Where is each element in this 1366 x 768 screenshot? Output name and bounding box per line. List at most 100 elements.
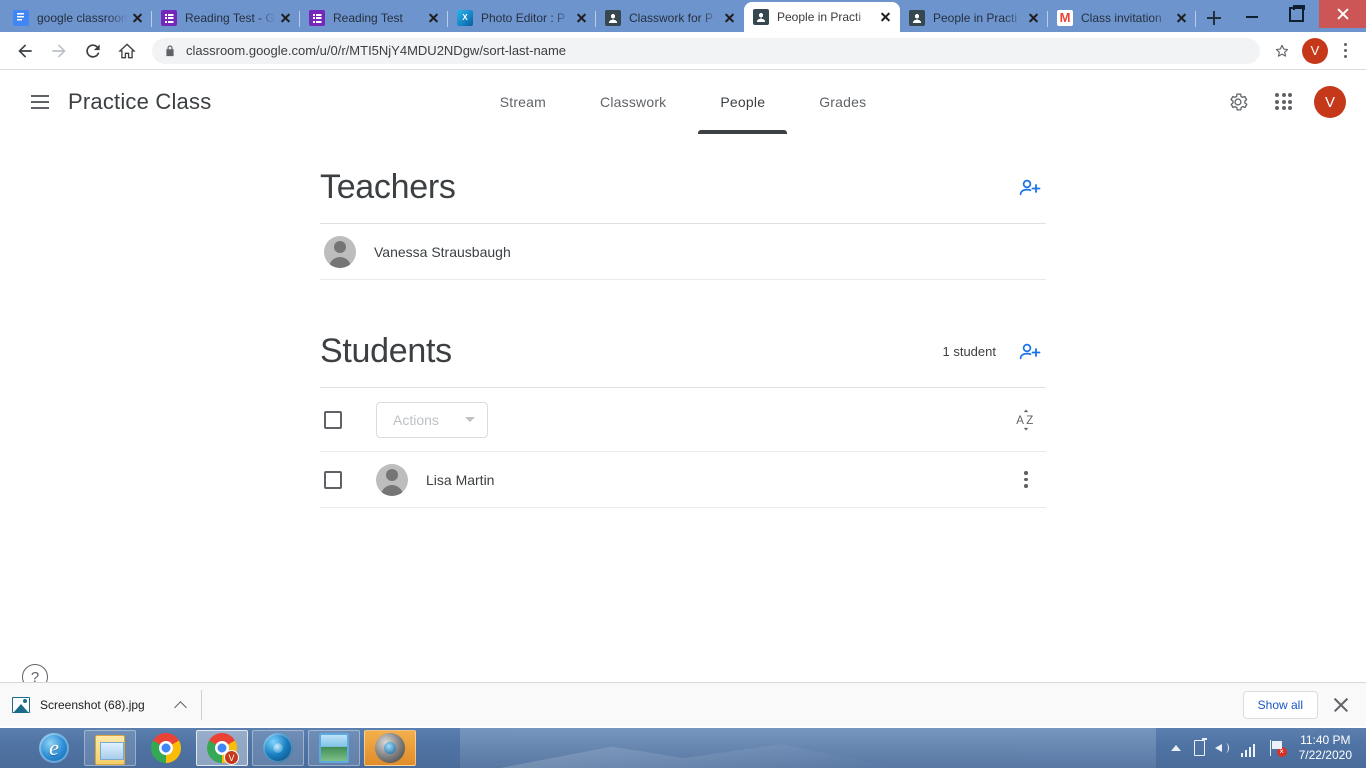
taskbar-media-player[interactable] bbox=[252, 730, 304, 766]
forms-icon bbox=[161, 10, 177, 26]
action-center-flag-icon[interactable]: × bbox=[1268, 739, 1287, 757]
profile-badge: V bbox=[224, 750, 239, 765]
lock-icon bbox=[164, 44, 176, 58]
taskbar-internet-explorer[interactable] bbox=[28, 730, 80, 766]
avatar bbox=[376, 463, 408, 496]
windows-taskbar: V × 11:40 PM 7/22/2020 bbox=[0, 728, 1366, 768]
browser-tab[interactable]: Classwork for P bbox=[596, 4, 744, 32]
student-checkbox[interactable] bbox=[324, 470, 342, 489]
chevron-down-icon bbox=[464, 417, 475, 422]
gmail-icon bbox=[1057, 10, 1073, 26]
students-heading: Students bbox=[320, 332, 452, 370]
actions-label: Actions bbox=[393, 411, 439, 428]
browser-tab-active[interactable]: People in Practi bbox=[744, 2, 900, 32]
classroom-header: Practice Class Stream Classwork People G… bbox=[0, 70, 1366, 134]
download-item[interactable]: Screenshot (68).jpg bbox=[12, 689, 202, 720]
browser-tab[interactable]: Reading Test - G bbox=[152, 4, 300, 32]
student-more-options-icon[interactable] bbox=[1010, 464, 1042, 496]
photo-editor-icon: X bbox=[457, 10, 473, 26]
window-controls bbox=[1229, 0, 1366, 32]
browser-tab[interactable]: X Photo Editor : P bbox=[448, 4, 596, 32]
taskbar-photo-editor[interactable] bbox=[364, 730, 416, 766]
teachers-section: Teachers Vanessa Strausbaugh bbox=[320, 168, 1046, 280]
chrome-icon: V bbox=[207, 733, 239, 765]
select-all-checkbox[interactable] bbox=[324, 410, 342, 429]
svg-text:A: A bbox=[1016, 415, 1024, 427]
close-icon[interactable] bbox=[130, 10, 146, 26]
tab-classwork[interactable]: Classwork bbox=[578, 70, 688, 134]
close-shelf-icon[interactable] bbox=[1332, 696, 1350, 714]
student-row[interactable]: Lisa Martin bbox=[320, 452, 1046, 508]
chrome-icon bbox=[151, 733, 181, 763]
url-text: classroom.google.com/u/0/r/MTI5NjY4MDU2N… bbox=[186, 43, 567, 58]
taskbar-chrome-active[interactable]: V bbox=[196, 730, 248, 766]
close-icon[interactable] bbox=[426, 10, 442, 26]
avatar bbox=[324, 235, 356, 268]
forms-icon bbox=[309, 10, 325, 26]
docs-icon bbox=[13, 10, 29, 26]
network-signal-icon[interactable] bbox=[1240, 739, 1259, 757]
students-section: Students 1 student Actions A Z Lisa Mart… bbox=[320, 332, 1046, 508]
classroom-icon bbox=[753, 9, 769, 25]
home-icon[interactable] bbox=[112, 36, 142, 66]
close-icon[interactable] bbox=[1174, 10, 1190, 26]
close-icon[interactable] bbox=[722, 10, 738, 26]
tab-people[interactable]: People bbox=[698, 70, 787, 134]
gear-icon[interactable] bbox=[1222, 86, 1254, 118]
clock[interactable]: 11:40 PM 7/22/2020 bbox=[1295, 733, 1358, 763]
show-hidden-icons-icon[interactable] bbox=[1170, 745, 1181, 751]
students-toolbar: Actions A Z bbox=[320, 388, 1046, 452]
browser-menu-icon[interactable] bbox=[1334, 37, 1356, 65]
chevron-up-icon[interactable] bbox=[173, 697, 189, 713]
close-window-button[interactable] bbox=[1319, 0, 1366, 28]
apps-grid-icon[interactable] bbox=[1268, 86, 1300, 118]
avatar[interactable]: V bbox=[1314, 86, 1346, 118]
tab-title: Reading Test bbox=[333, 11, 403, 25]
tab-grades[interactable]: Grades bbox=[797, 70, 888, 134]
tab-stream[interactable]: Stream bbox=[478, 70, 568, 134]
forward-icon[interactable] bbox=[44, 36, 74, 66]
invite-student-icon[interactable] bbox=[1014, 336, 1046, 368]
students-section-header: Students 1 student bbox=[320, 332, 1046, 388]
browser-toolbar: classroom.google.com/u/0/r/MTI5NjY4MDU2N… bbox=[0, 32, 1366, 70]
teachers-heading: Teachers bbox=[320, 168, 456, 206]
address-bar[interactable]: classroom.google.com/u/0/r/MTI5NjY4MDU2N… bbox=[152, 37, 1260, 64]
download-shelf: Screenshot (68).jpg Show all bbox=[0, 682, 1366, 726]
taskbar-file-explorer[interactable] bbox=[84, 730, 136, 766]
new-tab-button[interactable] bbox=[1200, 4, 1228, 32]
bookmark-star-icon[interactable] bbox=[1268, 37, 1296, 65]
battery-icon[interactable] bbox=[1193, 738, 1207, 756]
browser-tab-strip: google classroom Reading Test - G Readin… bbox=[0, 0, 1366, 32]
maximize-restore-button[interactable] bbox=[1274, 0, 1319, 28]
teacher-row[interactable]: Vanessa Strausbaugh bbox=[320, 224, 1046, 280]
browser-tab[interactable]: Class invitation bbox=[1048, 4, 1196, 32]
browser-profile-avatar[interactable]: V bbox=[1302, 37, 1328, 64]
taskbar-photo-viewer[interactable] bbox=[308, 730, 360, 766]
show-all-downloads-button[interactable]: Show all bbox=[1242, 690, 1318, 719]
back-icon[interactable] bbox=[10, 36, 40, 66]
sort-az-icon[interactable]: A Z bbox=[1010, 404, 1042, 436]
classroom-page: Practice Class Stream Classwork People G… bbox=[0, 70, 1366, 726]
photo-viewer-icon bbox=[319, 733, 349, 763]
minimize-button[interactable] bbox=[1229, 0, 1274, 28]
browser-tab[interactable]: google classroom bbox=[4, 4, 152, 32]
taskbar-app-buttons: V bbox=[0, 730, 416, 766]
actions-dropdown[interactable]: Actions bbox=[376, 401, 488, 438]
browser-tab[interactable]: People in Practi bbox=[900, 4, 1048, 32]
photo-editor-icon bbox=[375, 733, 405, 763]
reload-icon[interactable] bbox=[78, 36, 108, 66]
taskbar-chrome[interactable] bbox=[140, 730, 192, 766]
teachers-section-header: Teachers bbox=[320, 168, 1046, 224]
people-content: Teachers Vanessa Strausbaugh Students 1 … bbox=[320, 134, 1046, 508]
tab-title: Reading Test - G bbox=[185, 11, 275, 25]
close-icon[interactable] bbox=[574, 10, 590, 26]
chrome-browser-window: google classroom Reading Test - G Readin… bbox=[0, 0, 1366, 728]
close-icon[interactable] bbox=[1026, 10, 1042, 26]
close-icon[interactable] bbox=[278, 10, 294, 26]
browser-tab[interactable]: Reading Test bbox=[300, 4, 448, 32]
classroom-header-actions: V bbox=[1222, 86, 1346, 118]
download-file-name: Screenshot (68).jpg bbox=[40, 697, 145, 712]
invite-teacher-icon[interactable] bbox=[1014, 172, 1046, 204]
close-icon[interactable] bbox=[878, 9, 894, 25]
volume-icon[interactable] bbox=[1214, 739, 1232, 757]
